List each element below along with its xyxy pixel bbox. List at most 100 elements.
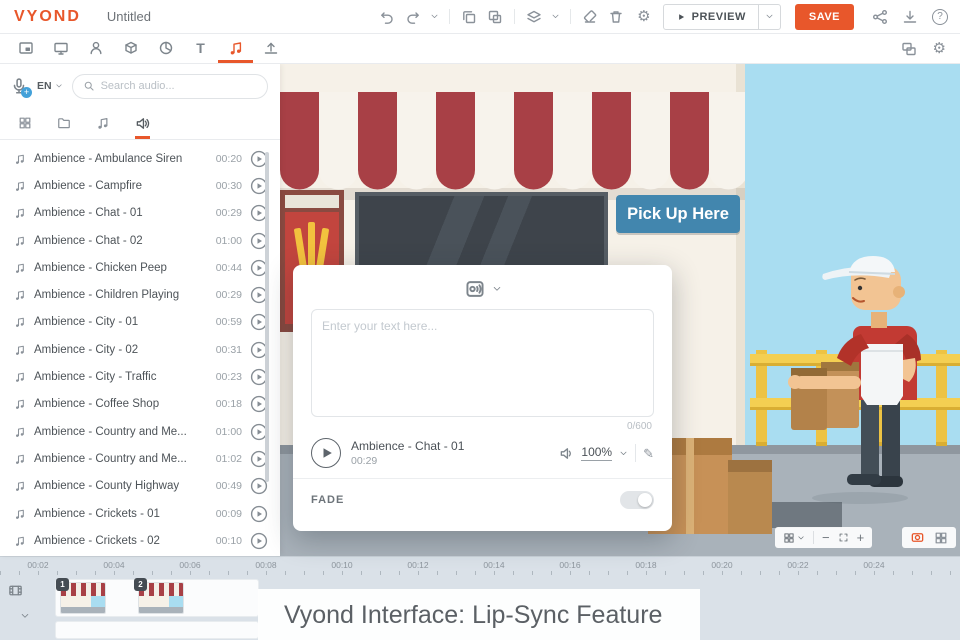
audio-list-item[interactable]: Ambience - Country and Me... 01:02 [0,445,280,472]
tab-upload[interactable] [253,34,288,63]
zoom-out-button[interactable]: − [822,531,830,544]
camera-icon[interactable] [910,530,925,545]
undo-button[interactable] [376,5,398,29]
chevron-down-icon[interactable] [619,449,628,458]
share-icon[interactable] [872,9,888,25]
audio-item-name: Ambience - County Highway [34,480,180,493]
audio-list-item[interactable]: Ambience - Crickets - 01 00:09 [0,500,280,527]
audio-list-item[interactable]: Ambience - Country and Me... 01:00 [0,418,280,445]
audio-list-item[interactable]: Ambience - County Highway 00:49 [0,473,280,500]
audio-list-item[interactable]: Ambience - Ambulance Siren 00:20 [0,145,280,172]
toolbar-divider [449,9,451,24]
audio-list-item[interactable]: Ambience - Crickets - 02 00:10 [0,527,280,554]
preview-button[interactable]: PREVIEW [664,5,758,29]
audio-list-item[interactable]: Ambience - Chat - 02 01:00 [0,227,280,254]
collapse-track-chevron[interactable] [20,611,30,621]
redo-button[interactable] [402,5,424,29]
music-note-icon [14,508,26,520]
char-counter: 0/600 [626,421,652,432]
video-track-icon [8,583,23,598]
save-button[interactable]: SAVE [794,3,854,30]
tab-background[interactable] [43,34,78,63]
tab-audio[interactable] [218,34,253,63]
video-caption-overlay: Vyond Interface: Lip-Sync Feature [258,589,700,640]
audio-list-item[interactable]: Ambience - Coffee Shop 00:18 [0,391,280,418]
chevron-down-icon[interactable] [492,284,502,294]
tab-charts[interactable] [148,34,183,63]
download-icon[interactable] [902,9,918,25]
timeline-ruler[interactable]: 00:02 00:04 00:06 00:08 00:10 00:12 00:14 00:16… [0,557,960,575]
zoom-fit-button[interactable] [838,532,849,543]
tab-character[interactable] [78,34,113,63]
tab-audio-all[interactable] [18,108,32,139]
eraser-button[interactable] [579,5,601,29]
panel-scrollbar[interactable] [265,152,269,482]
audio-category-tabs [0,108,280,140]
zoom-in-button[interactable]: + [857,531,865,544]
delivery-character[interactable] [765,250,950,508]
audio-item-name: Ambience - Coffee Shop [34,398,160,411]
manage-scenes-icon[interactable] [901,41,917,57]
audio-search-box[interactable] [71,73,268,99]
preview-split-button: PREVIEW [662,3,781,30]
audio-list-item[interactable]: Ambience - City - Traffic 00:23 [0,363,280,390]
project-title[interactable]: Untitled [107,9,151,24]
music-note-icon [14,262,26,274]
scene-track[interactable]: 1 2 [55,578,259,617]
topbar-right-icons: ? [872,8,948,25]
scene-thumbnail[interactable]: 2 [134,578,184,614]
audio-panel-controls: + EN [0,64,280,108]
help-icon[interactable]: ? [932,8,948,25]
edit-pencil-icon[interactable]: ✎ [643,447,654,460]
tab-text[interactable]: T [183,34,218,63]
time-tick-label: 00:16 [559,560,581,570]
delete-button[interactable] [605,5,627,29]
play-preview-button[interactable] [250,532,268,550]
screens-grid-icon[interactable] [934,531,948,545]
asset-tabs: T [8,34,288,63]
audio-item-name: Ambience - City - 02 [34,343,139,356]
stage-settings-gear-icon[interactable]: ⚙ [933,41,946,56]
layers-chevron-icon[interactable] [549,5,562,29]
audio-list-item[interactable]: Ambience - City - 02 00:31 [0,336,280,363]
audio-volume-controls: 100% ✎ [559,444,654,462]
volume-value[interactable]: 100% [581,445,613,461]
vyond-logo[interactable]: VYOND [14,8,81,26]
order-layers-button[interactable] [523,5,545,29]
lipsync-icon[interactable] [464,278,486,300]
time-tick-label: 00:08 [255,560,277,570]
audio-play-button[interactable] [311,438,341,468]
dialog-text-input[interactable] [311,309,654,417]
language-selector[interactable]: EN [37,80,63,92]
tab-audio-sound-effects[interactable] [135,108,150,139]
tab-props[interactable] [113,34,148,63]
grid-view-toggle[interactable] [783,532,805,544]
time-tick-label: 00:02 [27,560,49,570]
settings-gear-icon[interactable]: ⚙ [637,9,650,24]
music-note-icon [14,316,26,328]
tab-templates[interactable] [8,34,43,63]
time-tick-label: 00:04 [103,560,125,570]
tab-audio-music[interactable] [96,108,110,139]
audio-list-item[interactable]: Ambience - Campfire 00:30 [0,172,280,199]
audio-item-duration: 00:09 [215,507,242,520]
audio-list-item[interactable]: Ambience - Children Playing 00:29 [0,281,280,308]
tab-audio-library[interactable] [57,108,71,139]
search-input[interactable] [100,80,257,92]
audio-list-item[interactable]: Ambience - City - 01 00:59 [0,309,280,336]
audio-list-item[interactable]: Ambience - Chat - 01 00:29 [0,200,280,227]
audio-list-item[interactable]: Ambience - Chicken Peep 00:44 [0,254,280,281]
scene-number-badge: 1 [56,578,69,591]
audio-item-duration: 00:18 [215,398,242,411]
record-voice-button[interactable]: + [10,77,32,98]
play-preview-button[interactable] [250,505,268,523]
history-chevron-icon[interactable] [428,5,441,29]
preview-options-chevron[interactable] [757,4,780,29]
scene-thumbnail[interactable]: 1 [56,578,106,614]
duplicate-button[interactable] [458,5,480,29]
audio-track[interactable] [55,621,259,639]
fade-toggle[interactable] [620,491,654,509]
copy-style-button[interactable] [484,5,506,29]
audio-item-duration: 00:49 [215,480,242,493]
audio-item-name: Ambience - Chat - 02 [34,234,143,247]
